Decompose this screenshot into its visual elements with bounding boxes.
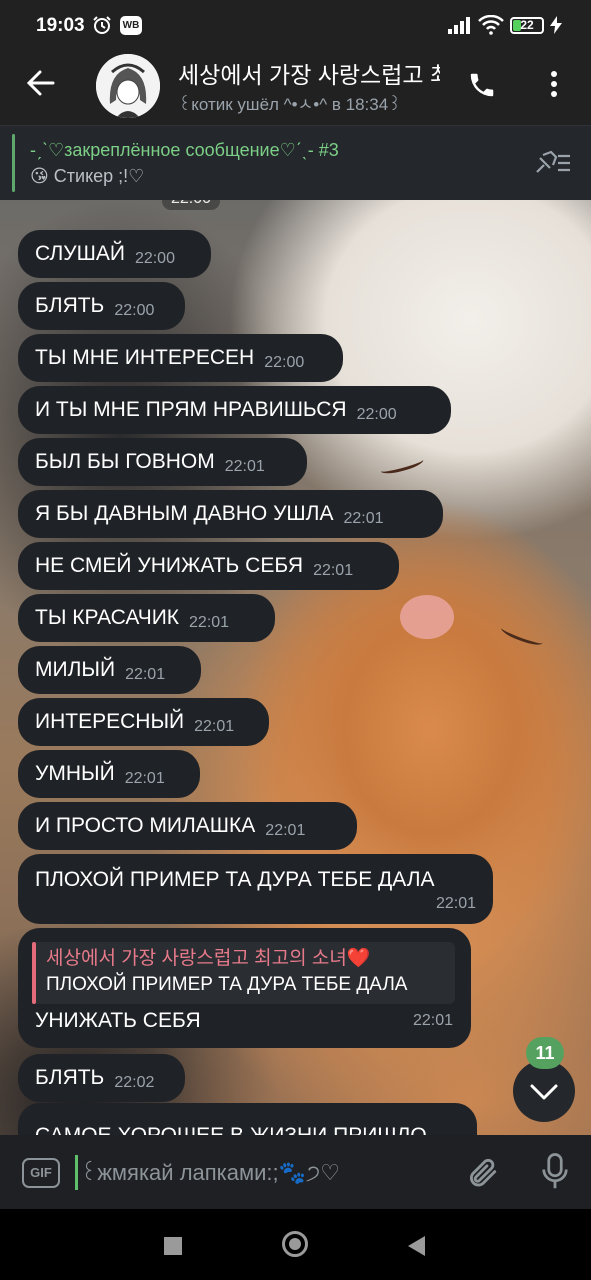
chat-header: 세상에서 가장 사랑스럽고 최고의 소녀 ꒰котик ушёл ^•ㅅ•^ в… [0, 50, 591, 125]
message-time: 22:01 [313, 562, 354, 579]
microphone-icon[interactable] [540, 1153, 570, 1191]
message-time: 22:00 [114, 302, 155, 319]
recents-icon[interactable] [164, 1237, 182, 1255]
pinned-message-bar[interactable]: -ˏˋ♡закреплённое сообщение♡ˊˎ- #3 😘 Стик… [0, 125, 591, 200]
message-text: МИЛЫЙ [35, 658, 116, 681]
message-time: 22:01 [412, 1012, 453, 1029]
message-time: 22:01 [265, 822, 306, 839]
message-input[interactable]: ꒰жмякай лапками:;🐾੭♡ [80, 1157, 450, 1186]
message-list[interactable]: 22:00 СЛУШАЙ 22:00 БЛЯТЬ 22:00 ТЫ МНЕ ИНТЕ… [0, 200, 591, 1135]
signal-icon [448, 17, 470, 34]
back-arrow-icon[interactable] [26, 68, 56, 98]
pinned-list-icon[interactable] [534, 150, 572, 176]
date-chip: 22:00 [162, 200, 220, 210]
wifi-icon [478, 15, 504, 35]
system-nav-bar [0, 1209, 591, 1280]
message-text: БЫЛ БЫ ГОВНОМ [35, 450, 215, 473]
message-text: САМОЕ ХОРОШЕЕ В ЖИЗНИ ПРИШЛО [35, 1111, 427, 1135]
scroll-to-bottom-button[interactable] [513, 1060, 575, 1122]
message-bubble[interactable]: НЕ СМЕЙ УНИЖАТЬ СЕБЯ 22:01 [18, 542, 399, 590]
message-time: 22:01 [124, 770, 165, 787]
message-text: БЛЯТЬ [35, 1066, 105, 1089]
message-text: ТЫ МНЕ ИНТЕРЕСЕН [35, 346, 255, 369]
message-text: ПЛОХОЙ ПРИМЕР ТА ДУРА ТЕБЕ ДАЛА [35, 868, 435, 891]
message-time: 22:01 [125, 666, 166, 683]
message-bubble[interactable]: ТЫ МНЕ ИНТЕРЕСЕН 22:00 [18, 334, 343, 382]
message-text: Я БЫ ДАВНЫМ ДАВНО УШЛА [35, 502, 334, 525]
wallpaper-cat-nose [400, 595, 454, 639]
status-bar: 19:03 WB 22 [0, 0, 591, 50]
message-text: И ТЫ МНЕ ПРЯМ НРАВИШЬСЯ [35, 398, 347, 421]
message-text: ТЫ КРАСАЧИК [35, 606, 180, 629]
message-bubble[interactable]: ПЛОХОЙ ПРИМЕР ТА ДУРА ТЕБЕ ДАЛА 22:01 [18, 854, 493, 924]
phone-icon[interactable] [467, 70, 497, 100]
paperclip-icon[interactable] [465, 1155, 499, 1191]
avatar[interactable] [96, 54, 160, 118]
reply-text: ПЛОХОЙ ПРИМЕР ТА ДУРА ТЕБЕ ДАЛА [46, 974, 408, 995]
wallpaper-cat-eye [499, 622, 545, 649]
message-text: БЛЯТЬ [35, 294, 105, 317]
reply-indicator [32, 942, 36, 1004]
battery-level: 22 [520, 18, 534, 32]
reply-quote[interactable]: 세상에서 가장 사랑스럽고 최고의 소녀❤️ ПЛОХОЙ ПРИМЕР ТА … [32, 942, 455, 1004]
message-time: 22:01 [224, 458, 265, 475]
message-time: 22:01 [435, 895, 476, 912]
pinned-indicator [12, 134, 15, 192]
reply-message-bubble[interactable]: 세상에서 가장 사랑스럽고 최고의 소녀❤️ ПЛОХОЙ ПРИМЕР ТА … [18, 928, 471, 1048]
chevron-down-icon [530, 1084, 558, 1100]
back-triangle-icon[interactable] [408, 1236, 425, 1256]
unread-count-badge: 11 [526, 1037, 564, 1069]
message-text: ИНТЕРЕСНЫЙ [35, 710, 185, 733]
message-bubble[interactable]: ТЫ КРАСАЧИК 22:01 [18, 594, 275, 642]
pinned-subtitle: 😘 Стикер ;!♡ [30, 166, 145, 186]
chat-title[interactable]: 세상에서 가장 사랑스럽고 최고의 소녀 [178, 56, 440, 90]
wb-badge-icon: WB [120, 16, 142, 35]
message-text: СЛУШАЙ [35, 242, 125, 265]
reply-author: 세상에서 가장 사랑스럽고 최고의 소녀❤️ [46, 948, 371, 969]
battery-icon: 22 [510, 17, 544, 34]
message-time: 22:02 [114, 1074, 155, 1091]
chat-last-seen: ꒰котик ушёл ^•ㅅ•^ в 18:34꒱ [178, 95, 402, 114]
message-time: 22:00 [356, 406, 397, 423]
message-text: И ПРОСТО МИЛАШКА [35, 814, 256, 837]
pinned-title: -ˏˋ♡закреплённое сообщение♡ˊˎ- #3 [30, 140, 339, 160]
status-time: 19:03 [36, 15, 85, 36]
telegram-chat-screen: 19:03 WB 22 세상에서 가장 사랑스럽고 최고의 소녀 ꒰котик … [0, 0, 591, 1280]
wallpaper-cat-eye [379, 454, 425, 477]
message-text: НЕ СМЕЙ УНИЖАТЬ СЕБЯ [35, 554, 304, 577]
message-text: УМНЫЙ [35, 762, 115, 785]
charging-icon [550, 16, 562, 34]
message-bubble[interactable]: УМНЫЙ 22:01 [18, 750, 200, 798]
home-icon[interactable] [282, 1231, 308, 1257]
message-bubble[interactable]: БЛЯТЬ 22:00 [18, 282, 185, 330]
message-bubble[interactable]: БЛЯТЬ 22:02 [18, 1054, 185, 1102]
message-time: 22:01 [189, 614, 230, 631]
alarm-icon [93, 16, 111, 34]
message-bubble[interactable]: САМОЕ ХОРОШЕЕ В ЖИЗНИ ПРИШЛО [18, 1103, 477, 1135]
message-time: 22:01 [194, 718, 235, 735]
more-vert-icon[interactable] [545, 69, 563, 99]
anime-avatar-icon [96, 54, 160, 118]
message-bubble[interactable]: МИЛЫЙ 22:01 [18, 646, 201, 694]
message-bubble[interactable]: И ТЫ МНЕ ПРЯМ НРАВИШЬСЯ 22:00 [18, 386, 451, 434]
message-time: 22:00 [264, 354, 305, 371]
message-bubble[interactable]: ИНТЕРЕСНЫЙ 22:01 [18, 698, 269, 746]
message-text: УНИЖАТЬ СЕБЯ [35, 1009, 201, 1032]
message-bubble[interactable]: Я БЫ ДАВНЫМ ДАВНО УШЛА 22:01 [18, 490, 443, 538]
gif-icon[interactable]: GIF [22, 1158, 60, 1188]
message-input-bar: GIF ꒰жмякай лапками:;🐾੭♡ [0, 1135, 591, 1209]
text-cursor [75, 1155, 78, 1190]
message-time: 22:01 [343, 510, 384, 527]
message-bubble[interactable]: И ПРОСТО МИЛАШКА 22:01 [18, 802, 357, 850]
message-time: 22:00 [134, 250, 175, 267]
message-bubble[interactable]: БЫЛ БЫ ГОВНОМ 22:01 [18, 438, 307, 486]
message-bubble[interactable]: СЛУШАЙ 22:00 [18, 230, 211, 278]
